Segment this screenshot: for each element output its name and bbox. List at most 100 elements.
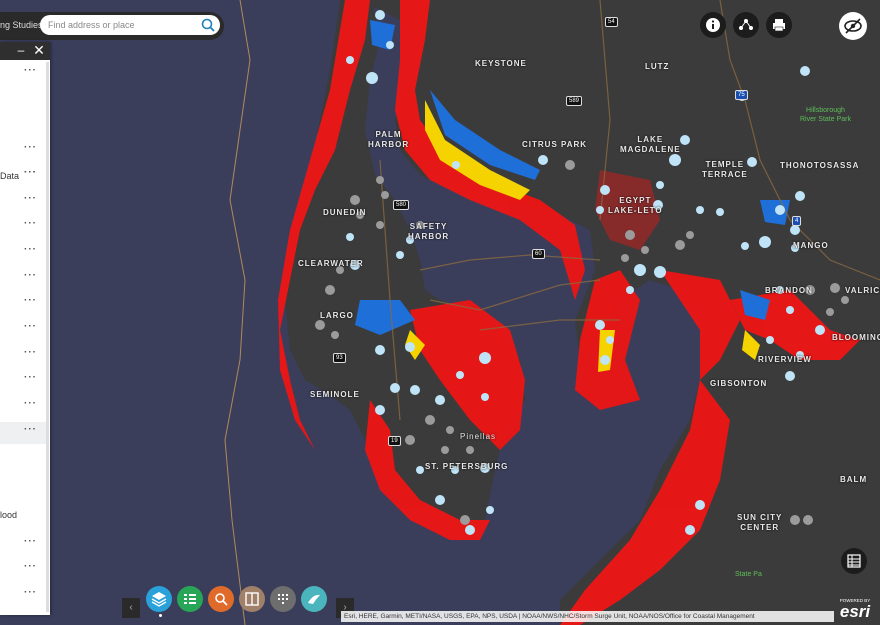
layer-menu-icon[interactable]: ··· — [24, 321, 37, 332]
layer-menu-icon[interactable]: ··· — [24, 65, 37, 76]
search-input[interactable] — [48, 18, 193, 32]
layer-menu-icon[interactable]: ··· — [24, 424, 37, 435]
layer-row[interactable]: ··· — [0, 191, 48, 213]
layer-row[interactable]: ··· — [0, 268, 48, 290]
layer-row[interactable]: ··· — [0, 242, 48, 264]
active-indicator — [159, 614, 162, 617]
layer-menu-icon[interactable]: ··· — [24, 372, 37, 383]
layer-row[interactable]: ··· — [0, 293, 48, 315]
place-label: ST. PETERSBURG — [425, 462, 509, 471]
layer-menu-icon[interactable]: ··· — [24, 398, 37, 409]
share-button[interactable] — [733, 12, 759, 38]
layer-row[interactable]: ··· — [0, 559, 48, 581]
layer-menu-icon[interactable]: ··· — [24, 193, 37, 204]
layer-menu-icon[interactable]: ··· — [24, 295, 37, 306]
layer-row[interactable]: ··· — [0, 345, 48, 367]
highway-shield: 580 — [393, 200, 410, 210]
layer-row-selected[interactable]: ··· — [0, 422, 48, 444]
measure-button[interactable] — [301, 586, 327, 612]
place-label: BALM — [840, 475, 868, 484]
highway-shield: 19 — [388, 436, 401, 446]
layer-menu-icon[interactable]: ··· — [24, 167, 37, 178]
layer-row[interactable]: ··· — [0, 534, 48, 556]
place-label: PALM HARBOR — [368, 130, 410, 149]
layer-list-panel: – ✕ ··· ··· ··· Data ··· ··· ··· ··· ··· … — [0, 42, 50, 615]
layer-row[interactable]: ··· — [0, 319, 48, 341]
highway-shield: 589 — [566, 96, 583, 106]
layers-button[interactable] — [146, 586, 172, 612]
highway-shield: 54 — [605, 17, 618, 27]
place-label: VALRICO — [845, 286, 880, 295]
layer-row[interactable]: ··· — [0, 370, 48, 392]
place-label: MANGO — [793, 241, 829, 250]
layer-label: lood — [0, 510, 18, 520]
layer-row[interactable]: lood — [0, 504, 48, 526]
layer-menu-icon[interactable]: ··· — [24, 536, 37, 547]
minimize-button[interactable]: – — [16, 43, 26, 57]
attribute-table-button[interactable] — [841, 548, 867, 574]
layer-menu-icon[interactable]: ··· — [24, 587, 37, 598]
swipe-button[interactable] — [239, 586, 265, 612]
place-label: Pinellas — [460, 432, 497, 441]
place-label: LUTZ — [645, 62, 670, 71]
layer-row[interactable]: Data ··· — [0, 165, 48, 187]
panel-scrollbar[interactable] — [46, 62, 49, 612]
swipe-icon — [245, 592, 259, 606]
place-label: GIBSONTON — [710, 379, 768, 388]
place-label: BLOOMINGDALE — [832, 333, 880, 342]
basemap-button[interactable] — [270, 586, 296, 612]
info-button[interactable] — [700, 12, 726, 38]
place-label: SUN CITY CENTER — [737, 513, 783, 532]
layer-menu-icon[interactable]: ··· — [24, 270, 37, 281]
app-header: ng Studies — [0, 12, 224, 40]
highway-shield: 75 — [735, 90, 748, 100]
layer-label: Data — [0, 171, 20, 181]
place-label: SEMINOLE — [310, 390, 360, 399]
place-label: KEYSTONE — [475, 59, 527, 68]
table-icon — [847, 554, 861, 568]
layer-row[interactable]: ··· — [0, 585, 48, 607]
measure-icon — [308, 594, 320, 604]
search-layer-icon — [215, 593, 228, 606]
print-icon — [773, 19, 785, 32]
basemap-icon — [278, 594, 288, 604]
place-label: RIVERVIEW — [758, 355, 812, 364]
share-icon — [739, 19, 753, 30]
place-label: LARGO — [320, 311, 354, 320]
highway-shield: 93 — [333, 353, 346, 363]
search-box — [40, 15, 220, 35]
panel-header: – ✕ — [0, 42, 50, 60]
query-button[interactable] — [208, 586, 234, 612]
toolbar-prev-button[interactable]: ‹ — [122, 598, 140, 618]
app-title: ng Studies — [0, 20, 43, 30]
search-icon[interactable] — [200, 17, 216, 33]
widget-toolbar: ‹ › — [122, 586, 355, 620]
esri-wordmark: esri — [839, 602, 871, 621]
park-label: State Pa — [735, 571, 762, 578]
legend-button[interactable] — [177, 586, 203, 612]
print-button[interactable] — [766, 12, 792, 38]
place-label: DUNEDIN — [323, 208, 367, 217]
layer-row[interactable]: ··· — [0, 140, 48, 162]
place-label: CLEARWATER — [298, 259, 364, 268]
layer-menu-icon[interactable]: ··· — [24, 244, 37, 255]
map-attribution: Esri, HERE, Garmin, METI/NASA, USGS, EPA… — [341, 611, 834, 622]
layer-menu-icon[interactable]: ··· — [24, 142, 37, 153]
layer-menu-icon[interactable]: ··· — [24, 347, 37, 358]
layer-row[interactable]: ··· — [0, 63, 48, 85]
place-label: THONOTOSASSA — [780, 161, 860, 170]
place-label: EGYPT LAKE-LETO — [608, 196, 663, 215]
layer-row[interactable]: ··· — [0, 396, 48, 418]
close-button[interactable]: ✕ — [33, 42, 45, 59]
place-label: LAKE MAGDALENE — [620, 135, 681, 154]
layer-row[interactable]: ··· — [0, 216, 48, 238]
layer-menu-icon[interactable]: ··· — [24, 218, 37, 229]
place-label: CITRUS PARK — [522, 140, 588, 149]
visibility-toggle-button[interactable] — [839, 12, 867, 40]
highway-shield: 60 — [532, 249, 545, 259]
place-label: SAFETY HARBOR — [408, 222, 450, 241]
legend-icon — [184, 594, 196, 604]
esri-logo[interactable]: POWERED BY esri — [833, 598, 877, 622]
layer-menu-icon[interactable]: ··· — [24, 561, 37, 572]
place-label: BRANDON — [765, 286, 813, 295]
